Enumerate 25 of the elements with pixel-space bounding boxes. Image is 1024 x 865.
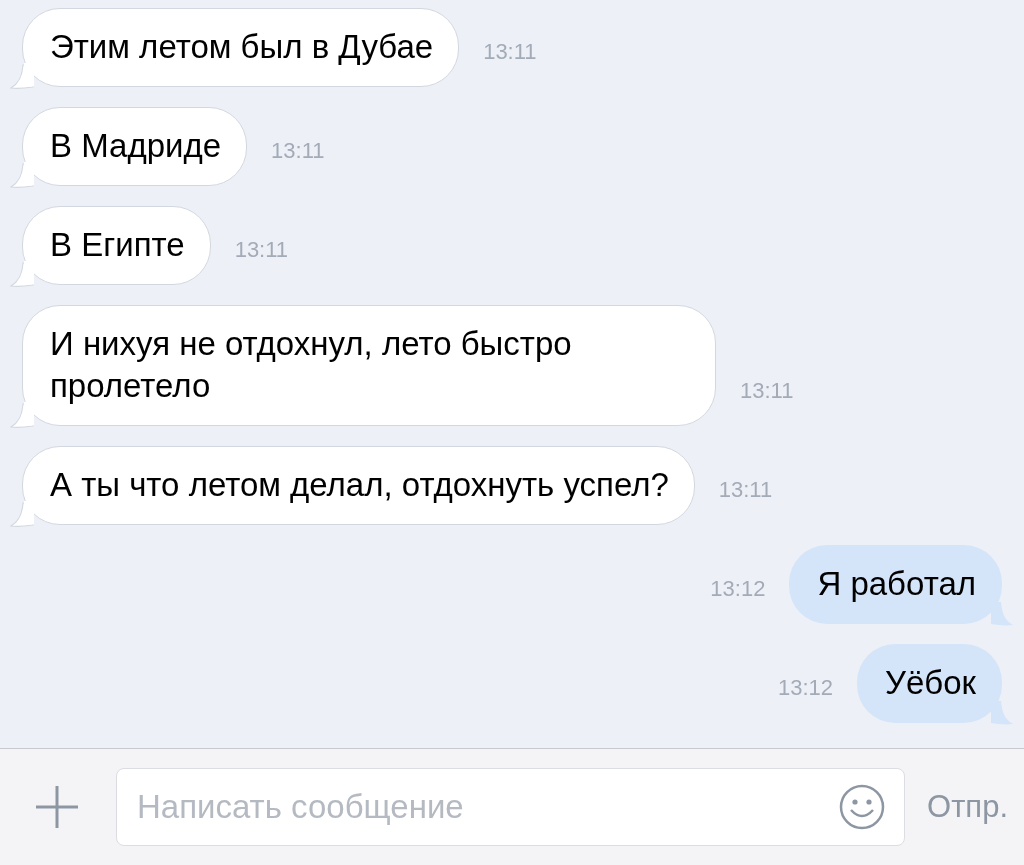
bubble-tail — [990, 699, 1014, 725]
send-button[interactable]: Отпр. — [927, 789, 1008, 825]
message-time: 13:12 — [710, 576, 766, 602]
message-bubble: В Египте — [22, 206, 211, 285]
message-input[interactable]: Написать сообщение — [116, 768, 906, 846]
message-bubble: Я работал — [789, 545, 1002, 624]
message-time: 13:11 — [271, 138, 325, 164]
message-bubble: Этим летом был в Дубае — [22, 8, 460, 87]
message-bubble: И нихуя не отдохнул, лето быстро пролетело — [22, 305, 716, 426]
bubble-tail — [10, 162, 34, 188]
add-icon[interactable] — [34, 784, 80, 830]
message-time: 13:11 — [718, 477, 773, 503]
smiley-icon[interactable] — [839, 784, 886, 830]
bubble-tail — [990, 600, 1014, 626]
message-time: 13:12 — [777, 675, 833, 701]
message-time: 13:11 — [234, 237, 289, 263]
bubble-tail — [10, 402, 34, 428]
message-time: 13:11 — [740, 378, 794, 404]
message-time: 13:11 — [483, 39, 537, 65]
message-bubble: В Мадриде — [22, 107, 248, 186]
bubble-tail — [10, 63, 34, 89]
bubble-tail — [10, 501, 34, 527]
message-bubble: А ты что летом делал, отдохнуть успел? — [22, 446, 695, 525]
bubble-tail — [10, 261, 34, 287]
message-bubble: Уёбок — [857, 644, 1002, 723]
